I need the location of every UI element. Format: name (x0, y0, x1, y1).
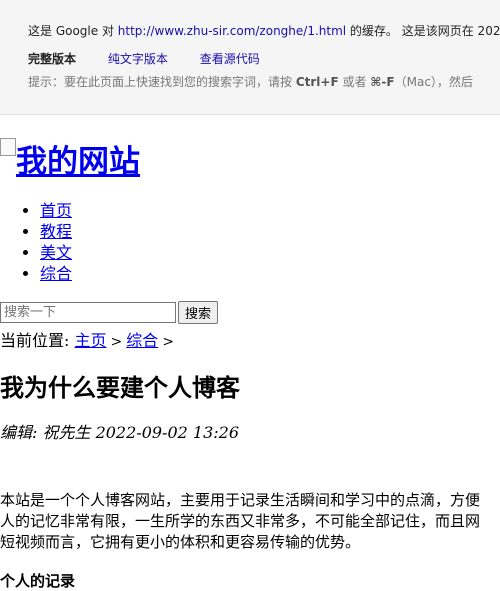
breadcrumb: 当前位置: 主页 > 综合 > (0, 327, 178, 351)
nav-item-general: 综合 (40, 263, 72, 284)
nav-link-general[interactable]: 综合 (40, 264, 72, 283)
next-section-heading: 个人的记录 (0, 572, 76, 590)
post-paragraph-line: 人的记忆非常有限，一生所学的东西又非常多，不可能全部记住，而且网 (0, 512, 481, 530)
tip-suffix: （Mac），然后 (394, 75, 473, 89)
full-version-label: 完整版本 (28, 52, 77, 66)
tip-mac-shortcut: ⌘-F (370, 75, 395, 89)
tip-middle: 或者 (338, 75, 371, 89)
main-nav: 首页 教程 美文 综合 (0, 200, 72, 284)
search-tip: 提示：要在此页面上快速找到您的搜索字词，请按 Ctrl+F 或者 ⌘-F（Mac… (28, 73, 473, 90)
cache-notice: 这是 Google 对 http://www.zhu-sir.com/zongh… (28, 22, 500, 39)
breadcrumb-separator: > (162, 334, 174, 350)
cache-notice-suffix: 的缓存。 这是该网页在 2022 (346, 24, 500, 38)
breadcrumb-label: 当前位置: (0, 331, 75, 350)
text-only-version-link[interactable]: 纯文字版本 (108, 52, 168, 66)
post-paragraph-line: 短视频而言，它拥有更小的体积和更容易传输的优势。 (0, 533, 361, 551)
breadcrumb-category-link[interactable]: 综合 (126, 331, 158, 350)
nav-link-home[interactable]: 首页 (40, 201, 72, 220)
nav-link-tutorials[interactable]: 教程 (40, 222, 72, 241)
google-cache-banner: 这是 Google 对 http://www.zhu-sir.com/zongh… (0, 0, 500, 115)
cache-version-links: 完整版本 纯文字版本 查看源代码 (28, 50, 288, 67)
tip-shortcut: Ctrl+F (295, 75, 339, 89)
nav-item-home: 首页 (40, 200, 72, 221)
breadcrumb-separator: > (110, 334, 123, 350)
nav-item-tutorials: 教程 (40, 221, 72, 242)
site-title-link[interactable]: 我的网站 (16, 144, 140, 180)
cached-page-link[interactable]: http://www.zhu-sir.com/zonghe/1.html (118, 24, 346, 38)
breadcrumb-home-link[interactable]: 主页 (74, 331, 106, 350)
nav-link-essays[interactable]: 美文 (40, 243, 72, 262)
search-form: 搜索 (0, 301, 219, 324)
search-button[interactable]: 搜索 (178, 301, 219, 324)
search-input[interactable] (0, 302, 176, 323)
tip-prefix: 提示：要在此页面上快速找到您的搜索字词，请按 (28, 75, 296, 89)
cache-notice-prefix: 这是 Google 对 (28, 24, 118, 38)
site-header: 我的网站 (0, 136, 140, 181)
post-paragraph-line: 本站是一个个人博客网站，主要用于记录生活瞬间和学习中的点滴，方便 (0, 491, 481, 509)
view-source-link[interactable]: 查看源代码 (200, 52, 260, 66)
broken-image-icon (0, 138, 16, 156)
nav-item-essays: 美文 (40, 242, 72, 263)
post-meta: 编辑: 祝先生 2022-09-02 13:26 (0, 423, 240, 442)
post-body: 本站是一个个人博客网站，主要用于记录生活瞬间和学习中的点滴，方便 人的记忆非常有… (0, 490, 500, 553)
post-title: 我为什么要建个人博客 (0, 373, 240, 402)
